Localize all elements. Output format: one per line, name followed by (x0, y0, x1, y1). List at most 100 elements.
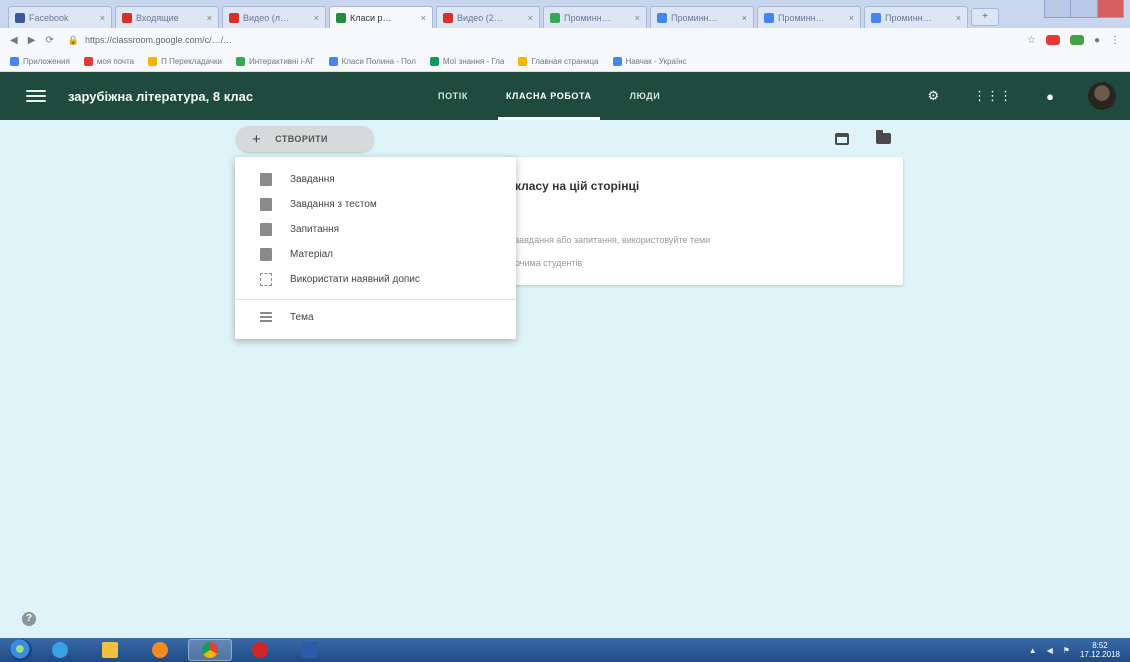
create-label: СТВОРИТИ (275, 134, 328, 144)
bookmark-item[interactable]: Интерактивні і-АГ (235, 57, 315, 66)
assignment-icon (260, 173, 272, 186)
menu-item-topic[interactable]: Тема (235, 305, 516, 330)
close-tab-icon[interactable]: × (207, 13, 212, 23)
menu-dots-icon[interactable]: ⋮ (1110, 35, 1120, 46)
bookmark-item[interactable]: Мої знання - Гла (429, 57, 504, 66)
close-tab-icon[interactable]: × (956, 13, 961, 23)
taskbar-opera[interactable] (238, 639, 282, 661)
address-bar[interactable]: 🔒 https://classroom.google.com/c/…/… (64, 31, 1017, 49)
create-button[interactable]: + СТВОРИТИ (236, 126, 374, 152)
bookmark-item[interactable]: П Перекладачки (148, 57, 222, 66)
tab-stream[interactable]: ПОТІК (438, 72, 468, 120)
window-controls[interactable] (1044, 0, 1124, 18)
system-tray: ▲ ◀ ⚑ 8:52 17.12.2018 (1029, 638, 1120, 662)
bookmark-icon (10, 57, 19, 66)
close-tab-icon[interactable]: × (528, 13, 533, 23)
bookmark-icon (148, 57, 158, 66)
bookmark-icon (518, 57, 528, 66)
tab-title: Видео (2… (457, 12, 503, 23)
class-title[interactable]: зарубіжна література, 8 клас (68, 89, 438, 104)
browser-tab[interactable]: Видео (2… × (436, 6, 540, 28)
menu-divider (235, 299, 516, 300)
taskbar-chrome[interactable] (188, 639, 232, 661)
close-window-button[interactable] (1097, 0, 1123, 17)
new-tab-button[interactable]: + (971, 8, 999, 26)
hamburger-menu-icon[interactable] (26, 90, 46, 102)
close-tab-icon[interactable]: × (849, 13, 854, 23)
tab-classwork[interactable]: КЛАСНА РОБОТА (497, 72, 600, 120)
taskbar-word[interactable] (288, 639, 332, 661)
card-text: очима студентів (515, 258, 583, 268)
star-icon[interactable]: ☆ (1027, 35, 1036, 46)
browser-tab-strip: Facebook × Входящие × Видео (л… × Класи р… × Вид… (0, 0, 1130, 28)
question-icon (260, 223, 272, 236)
tab-people[interactable]: ЛЮДИ (630, 72, 661, 120)
tab-title: Проминн… (671, 12, 718, 23)
volume-icon[interactable]: ◀ (1047, 646, 1053, 655)
windows-taskbar: ▲ ◀ ⚑ 8:52 17.12.2018 (0, 638, 1130, 662)
browser-tab[interactable]: Проминн… × (864, 6, 968, 28)
tab-title: Входящие (136, 12, 179, 23)
menu-item-quiz-assignment[interactable]: Завдання з тестом (235, 192, 516, 217)
bookmark-item[interactable]: Главная страница (518, 57, 599, 66)
browser-tab[interactable]: Видео (л… × (222, 6, 326, 28)
bookmark-item[interactable]: Навчак - Українс (612, 57, 687, 66)
favicon-icon (122, 12, 132, 23)
menu-item-material[interactable]: Матеріал (235, 242, 516, 267)
browser-tab[interactable]: Проминн… × (543, 6, 647, 28)
bookmark-icon (612, 57, 622, 66)
forward-icon[interactable]: ▶ (28, 35, 36, 46)
reuse-post-icon (260, 273, 272, 286)
favicon-icon (336, 12, 346, 23)
favicon-icon (550, 12, 560, 23)
card-title: класу на цій сторінці (515, 179, 640, 193)
back-icon[interactable]: ◀ (10, 35, 18, 46)
notifications-icon[interactable]: ● (1046, 89, 1054, 104)
bookmark-icon (429, 57, 439, 66)
taskbar-media[interactable] (138, 639, 182, 661)
close-tab-icon[interactable]: × (635, 13, 640, 23)
browser-tab[interactable]: Класи р… × (329, 6, 433, 28)
browser-tab[interactable]: Facebook × (8, 6, 112, 28)
browser-tab[interactable]: Входящие × (115, 6, 219, 28)
favicon-icon (229, 12, 239, 23)
material-icon (260, 248, 272, 261)
browser-tab[interactable]: Проминн… × (757, 6, 861, 28)
create-menu: Завдання Завдання з тестом Запитання Мат… (235, 157, 516, 339)
start-button[interactable] (10, 639, 32, 661)
card-text: завдання або запитання, використовуйте т… (515, 235, 711, 245)
menu-item-reuse-post[interactable]: Використати наявний допис (235, 267, 516, 292)
extension-icon[interactable] (1069, 35, 1084, 45)
flag-icon[interactable]: ⚑ (1063, 646, 1070, 655)
settings-gear-icon[interactable]: ⚙ (927, 88, 939, 104)
quiz-assignment-icon (260, 198, 272, 211)
apps-grid-icon[interactable]: ⋮⋮⋮ (973, 88, 1012, 104)
bookmark-item[interactable]: моя почта (83, 57, 134, 66)
menu-item-question[interactable]: Запитання (235, 217, 516, 242)
lock-icon: 🔒 (67, 34, 80, 45)
extension-icon[interactable] (1045, 35, 1060, 45)
close-tab-icon[interactable]: × (742, 13, 747, 23)
close-tab-icon[interactable]: × (100, 13, 105, 23)
close-tab-icon[interactable]: × (314, 13, 319, 23)
menu-item-assignment[interactable]: Завдання (235, 167, 516, 192)
browser-tab[interactable]: Проминн… × (650, 6, 754, 28)
tab-title: Класи р… (350, 12, 392, 23)
reload-icon[interactable]: ⟳ (45, 35, 53, 46)
calendar-icon[interactable] (835, 133, 849, 145)
close-tab-icon[interactable]: × (421, 13, 426, 23)
help-icon[interactable]: ? (22, 612, 36, 626)
bookmark-item[interactable]: Приложения (10, 57, 70, 66)
maximize-button[interactable] (1071, 0, 1098, 17)
taskbar-ie[interactable] (38, 639, 82, 661)
browser-toolbar: ◀ ▶ ⟳ 🔒 https://classroom.google.com/c/…… (0, 28, 1130, 52)
bookmark-item[interactable]: Класи Полина - Пол (328, 57, 416, 66)
clock[interactable]: 8:52 17.12.2018 (1080, 641, 1120, 659)
bookmark-icon (235, 57, 245, 66)
network-icon[interactable]: ▲ (1029, 646, 1037, 655)
avatar[interactable] (1088, 82, 1116, 110)
taskbar-explorer[interactable] (88, 639, 132, 661)
profile-icon[interactable]: ● (1094, 35, 1100, 46)
minimize-button[interactable] (1045, 0, 1072, 17)
folder-icon[interactable] (876, 130, 891, 144)
